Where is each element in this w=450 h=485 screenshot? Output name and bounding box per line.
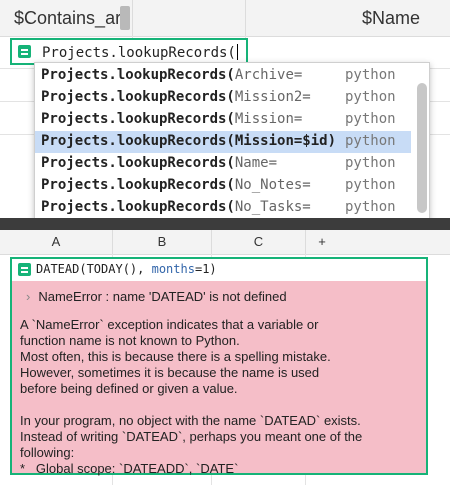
- column-header-row: A B C +: [0, 230, 450, 255]
- autocomplete-item-fn: Projects.lookupRecords(: [41, 155, 235, 171]
- autocomplete-item-arg: Mission2=: [234, 89, 311, 105]
- formula-text: DATEAD(TODAY(), months=1): [36, 262, 217, 276]
- column-header-contains[interactable]: $Contains_ar: [0, 0, 133, 36]
- error-line: following:: [20, 445, 75, 460]
- error-explanation: A `NameError` exception indicates that a…: [20, 317, 420, 477]
- error-line: before being defined or given a value.: [20, 381, 238, 396]
- column-header-name[interactable]: $Name: [246, 0, 450, 36]
- autocomplete-item-source: python: [345, 111, 396, 127]
- autocomplete-item-source: python: [345, 133, 396, 149]
- autocomplete-item-arg: Mission=$id): [234, 133, 337, 149]
- autocomplete-item-source: python: [345, 177, 396, 193]
- error-line: Most often, this is because there is a s…: [20, 349, 331, 364]
- error-line: * Global scope: `DATEADD`, `DATE`: [20, 461, 239, 476]
- column-header-label: $Name: [361, 8, 420, 28]
- autocomplete-item-source: python: [345, 199, 396, 215]
- error-title-text: NameError : name 'DATEAD' is not defined: [38, 289, 287, 304]
- formula-keyword: months: [151, 262, 195, 276]
- autocomplete-item-arg: Name=: [234, 155, 278, 171]
- autocomplete-item-label: Projects.lookupRecords(Mission=: [41, 111, 302, 127]
- error-line: In your program, no object with the name…: [20, 413, 361, 428]
- autocomplete-item[interactable]: Projects.lookupRecords(Name= python: [35, 153, 411, 175]
- autocomplete-item[interactable]: Projects.lookupRecords(Archive= python: [35, 65, 411, 87]
- autocomplete-item-arg: No_Tasks=: [234, 199, 311, 215]
- autocomplete-item-label: Projects.lookupRecords(Name=: [41, 155, 277, 171]
- column-header-a[interactable]: A: [0, 230, 113, 254]
- autocomplete-item-fn: Projects.lookupRecords(: [41, 133, 235, 149]
- formula-icon: [18, 45, 31, 58]
- autocomplete-item[interactable]: Projects.lookupRecords(Mission=$id) pytho…: [35, 131, 411, 153]
- formula-editor[interactable]: Projects.lookupRecords(: [10, 38, 248, 65]
- autocomplete-item-label: Projects.lookupRecords(Archive=: [41, 67, 302, 83]
- autocomplete-item-fn: Projects.lookupRecords(: [41, 199, 235, 215]
- error-line: function name is not known to Python.: [20, 333, 240, 348]
- dropdown-scrollbar[interactable]: [417, 83, 427, 213]
- autocomplete-item-fn: Projects.lookupRecords(: [41, 89, 235, 105]
- formula-function-name: DATEAD: [36, 262, 80, 276]
- error-line: Instead of writing `DATEAD`, perhaps you…: [20, 429, 363, 444]
- formula-input[interactable]: DATEAD(TODAY(), months=1): [12, 259, 426, 281]
- column-header-c[interactable]: C: [212, 230, 306, 254]
- column-header-label: $Contains_ar: [14, 8, 122, 28]
- add-column-button[interactable]: +: [306, 230, 338, 254]
- formula-text: Projects.lookupRecords(: [42, 45, 236, 61]
- error-title[interactable]: › NameError : name 'DATEAD' is not define…: [26, 289, 287, 304]
- error-line: [20, 397, 420, 413]
- chevron-right-icon[interactable]: ›: [26, 289, 30, 304]
- formula-args: (TODAY(),: [79, 262, 152, 276]
- autocomplete-item-arg: Mission=: [234, 111, 303, 127]
- autocomplete-dropdown[interactable]: Projects.lookupRecords(Archive= python Pro…: [34, 62, 430, 218]
- bottom-grid-panel: A B C + DATEAD(TODAY(), months=1) › NameE…: [0, 230, 450, 485]
- formula-args: =1): [194, 262, 217, 276]
- autocomplete-item-label: Projects.lookupRecords(No_Tasks=: [41, 199, 311, 215]
- formula-icon: [18, 263, 31, 276]
- text-caret: [236, 44, 238, 60]
- autocomplete-item-source: python: [345, 89, 396, 105]
- autocomplete-item-label: Projects.lookupRecords(No_Notes=: [41, 177, 311, 193]
- formula-input[interactable]: Projects.lookupRecords(: [42, 44, 238, 61]
- column-header-b[interactable]: B: [113, 230, 212, 254]
- error-line: However, sometimes it is because the nam…: [20, 365, 320, 380]
- top-grid-panel: $Contains_ar $Name Projects.lookupRecord…: [0, 0, 450, 218]
- autocomplete-item-arg: Archive=: [234, 67, 303, 83]
- formula-error-editor[interactable]: DATEAD(TODAY(), months=1) › NameError : n…: [10, 257, 428, 477]
- autocomplete-item-arg: No_Notes=: [234, 177, 311, 193]
- autocomplete-item[interactable]: Projects.lookupRecords(Mission2= python: [35, 87, 411, 109]
- autocomplete-item[interactable]: Projects.lookupRecords(No_Notes= python: [35, 175, 411, 197]
- autocomplete-item-fn: Projects.lookupRecords(: [41, 111, 235, 127]
- autocomplete-item-label: Projects.lookupRecords(Mission=$id): [41, 133, 336, 149]
- column-header-row: $Contains_ar $Name: [0, 0, 450, 37]
- autocomplete-item-fn: Projects.lookupRecords(: [41, 67, 235, 83]
- autocomplete-item-label: Projects.lookupRecords(Mission2=: [41, 89, 311, 105]
- autocomplete-item[interactable]: Projects.lookupRecords(Mission= python: [35, 109, 411, 131]
- autocomplete-item-source: python: [345, 67, 396, 83]
- panel-divider: [0, 218, 450, 230]
- autocomplete-item-fn: Projects.lookupRecords(: [41, 177, 235, 193]
- column-resize-handle[interactable]: [120, 6, 130, 30]
- column-header-empty[interactable]: [133, 0, 246, 36]
- autocomplete-item-source: python: [345, 155, 396, 171]
- error-line: A `NameError` exception indicates that a…: [20, 317, 319, 332]
- autocomplete-item[interactable]: Projects.lookupRecords(No_Tasks= python: [35, 197, 411, 218]
